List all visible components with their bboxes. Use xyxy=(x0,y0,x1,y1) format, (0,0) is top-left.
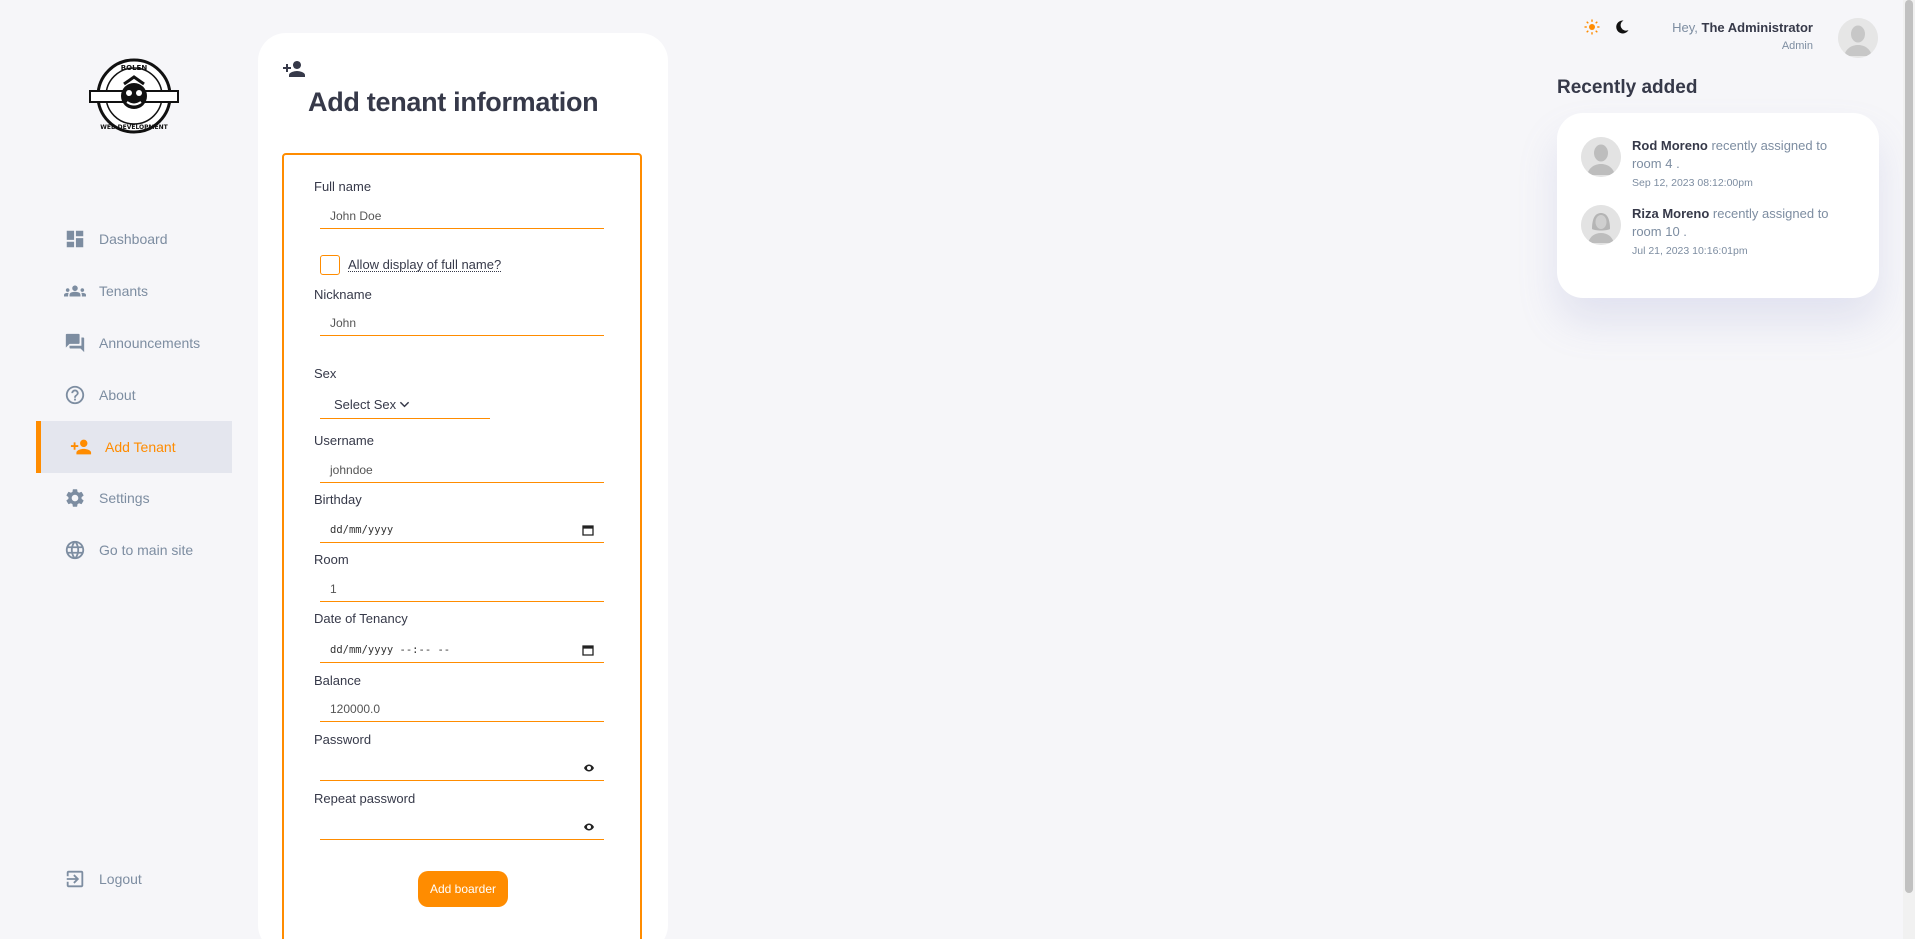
recent-updates-card: Rod Moreno recently assigned to room 4 .… xyxy=(1557,113,1879,298)
profile-avatar[interactable] xyxy=(1838,18,1878,58)
bolen-logo[interactable]: BOLEN WEB DEVELOPMENT xyxy=(88,57,180,135)
eye-icon[interactable] xyxy=(584,823,594,831)
password-label: Password xyxy=(314,732,372,747)
dashboard-icon xyxy=(66,230,84,248)
female-avatar xyxy=(1581,205,1621,245)
sidebar-item-label: About xyxy=(99,387,136,403)
male-avatar-icon xyxy=(1581,137,1621,177)
greeting-prefix: Hey, xyxy=(1672,20,1698,35)
help-icon xyxy=(65,385,85,405)
chevron-down-icon xyxy=(400,401,410,408)
sidebar-item-label: Dashboard xyxy=(99,231,168,247)
user-greeting: Hey, The Administrator Admin xyxy=(1672,20,1813,52)
add-tenant-card: Add tenant information Full name John Do… xyxy=(258,33,668,939)
update-time: Jul 21, 2023 10:16:01pm xyxy=(1632,245,1748,257)
user-avatar-icon xyxy=(1838,18,1878,58)
sidebar-item-announcements[interactable]: Announcements xyxy=(36,317,232,369)
sidebar-item-about[interactable]: About xyxy=(36,369,232,421)
repeat-password-input[interactable] xyxy=(320,814,604,840)
sun-icon[interactable] xyxy=(1584,19,1600,35)
recent-update-item[interactable]: Riza Moreno recently assigned to room 10… xyxy=(1581,205,1852,260)
balance-input[interactable]: 120000.0 xyxy=(320,696,604,722)
sidebar-item-main-site[interactable]: Go to main site xyxy=(36,524,232,576)
sidebar-item-add-tenant[interactable]: Add Tenant xyxy=(36,421,232,473)
logout-label: Logout xyxy=(99,871,142,887)
sidebar-item-tenants[interactable]: Tenants xyxy=(36,265,232,317)
sidebar-item-label: Add Tenant xyxy=(105,439,176,455)
svg-text:BOLEN: BOLEN xyxy=(121,64,148,72)
user-name: The Administrator xyxy=(1701,20,1813,35)
user-role: Admin xyxy=(1781,40,1813,52)
sidebar-item-settings[interactable]: Settings xyxy=(36,472,232,524)
calendar-icon[interactable] xyxy=(582,644,594,656)
allow-display-checkbox[interactable] xyxy=(320,255,340,275)
logout-icon xyxy=(66,870,84,888)
female-avatar-icon xyxy=(1581,205,1621,245)
globe-icon xyxy=(65,540,85,560)
person-add-icon xyxy=(283,61,305,77)
sidebar-item-label: Announcements xyxy=(99,335,201,351)
birthday-input[interactable]: dd/mm/yyyy xyxy=(320,517,604,543)
sidebar-item-dashboard[interactable]: Dashboard xyxy=(36,213,232,265)
username-input[interactable]: johndoe xyxy=(320,457,604,483)
sidebar-item-label: Settings xyxy=(99,490,150,506)
svg-text:WEB DEVELOPMENT: WEB DEVELOPMENT xyxy=(100,124,168,131)
sex-label: Sex xyxy=(314,366,337,381)
tenancy-input[interactable]: dd/mm/yyyy --:-- -- xyxy=(320,637,604,663)
sidebar-item-label: Go to main site xyxy=(99,542,194,558)
add-boarder-button[interactable]: Add boarder xyxy=(418,871,508,907)
room-input[interactable]: 1 xyxy=(320,576,604,602)
recent-title: Recently added xyxy=(1557,77,1698,98)
sex-select[interactable]: Select Sex xyxy=(320,391,490,419)
update-name: Rod Moreno xyxy=(1632,138,1708,153)
moon-icon[interactable] xyxy=(1614,19,1630,35)
eye-icon[interactable] xyxy=(584,764,594,772)
tenancy-label: Date of Tenancy xyxy=(314,611,408,626)
fullname-input[interactable]: John Doe xyxy=(320,203,604,229)
theme-toggler[interactable] xyxy=(1584,19,1630,35)
add-tenant-form: Full name John Doe Allow display of full… xyxy=(282,153,642,939)
gear-icon xyxy=(66,489,84,507)
sidebar: BOLEN WEB DEVELOPMENT Dashboard Tenants … xyxy=(36,0,232,939)
allow-display-label[interactable]: Allow display of full name? xyxy=(348,258,502,272)
logout-button[interactable]: Logout xyxy=(36,853,232,905)
groups-icon xyxy=(64,285,86,297)
recent-update-item[interactable]: Rod Moreno recently assigned to room 4 .… xyxy=(1581,137,1852,192)
nickname-label: Nickname xyxy=(314,287,372,302)
nickname-input[interactable]: John xyxy=(320,310,604,336)
male-avatar xyxy=(1581,137,1621,177)
person-add-icon xyxy=(70,439,92,455)
room-label: Room xyxy=(314,552,349,567)
update-time: Sep 12, 2023 08:12:00pm xyxy=(1632,177,1753,189)
balance-label: Balance xyxy=(314,673,361,688)
forum-icon xyxy=(65,333,85,353)
calendar-icon[interactable] xyxy=(582,524,594,536)
page-title: Add tenant information xyxy=(308,87,599,117)
update-name: Riza Moreno xyxy=(1632,206,1710,221)
password-input[interactable] xyxy=(320,755,604,781)
sidebar-item-label: Tenants xyxy=(99,283,149,299)
scrollbar-thumb[interactable] xyxy=(1905,0,1913,893)
birthday-label: Birthday xyxy=(314,492,362,507)
fullname-label: Full name xyxy=(314,179,372,194)
username-label: Username xyxy=(314,433,374,448)
repeat-password-label: Repeat password xyxy=(314,791,416,806)
